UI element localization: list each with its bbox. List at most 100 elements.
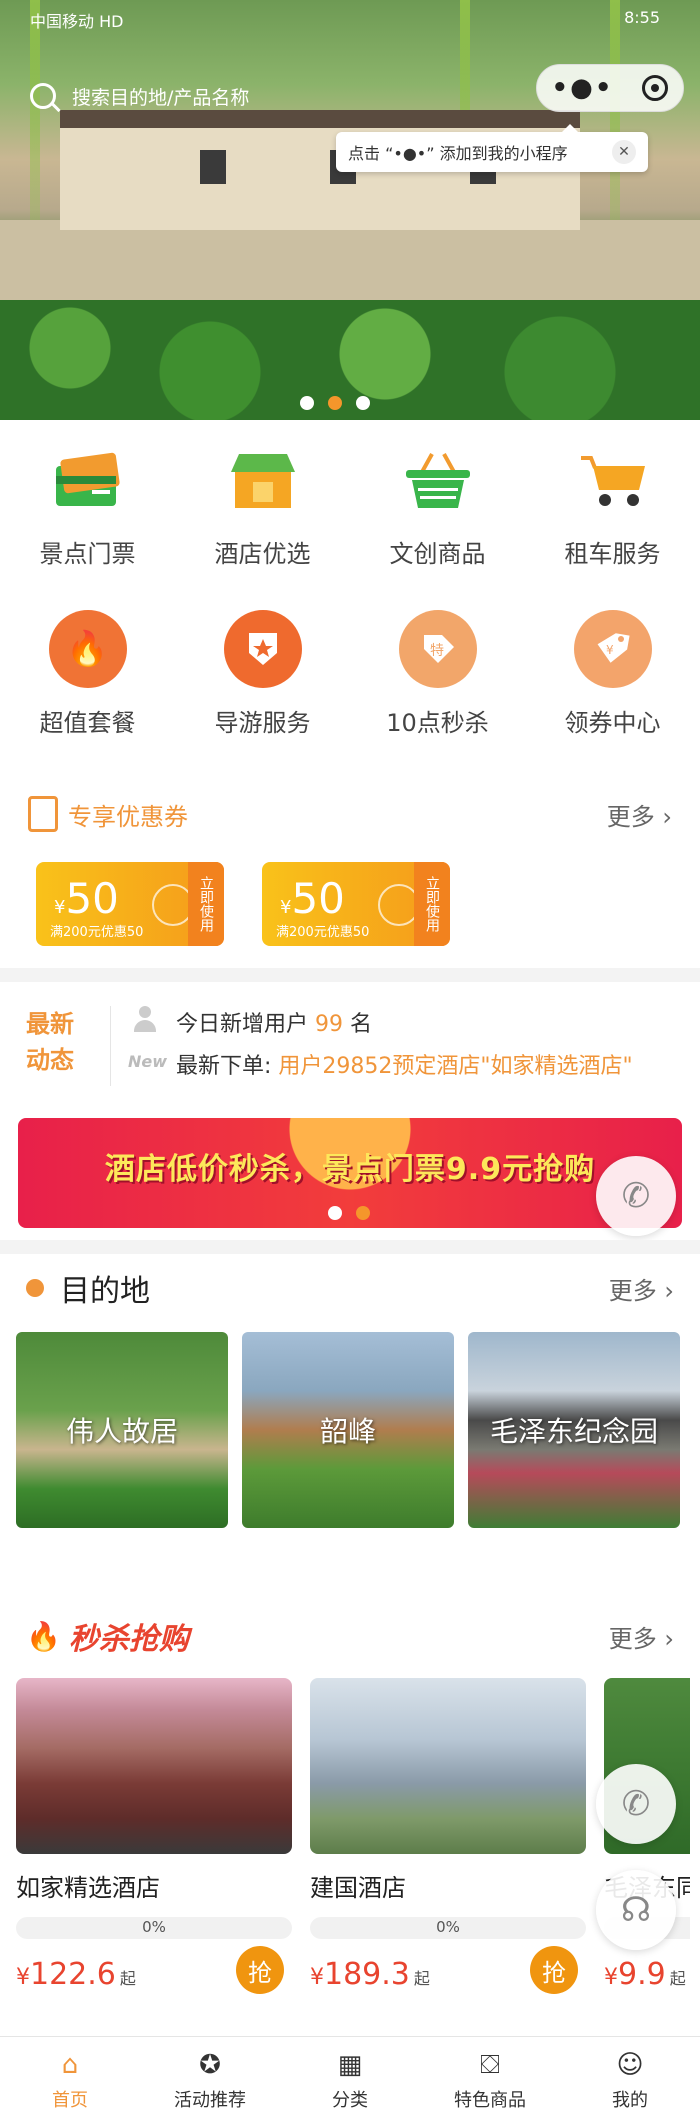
destination-section-header: 目的地 更多 › [26, 1266, 674, 1310]
search-bar[interactable]: 搜索目的地/产品名称 [30, 74, 249, 118]
phone-button[interactable]: ✆ [596, 1764, 676, 1844]
search-input[interactable]: 搜索目的地/产品名称 [72, 83, 249, 110]
more-link[interactable]: 更多 › [609, 1619, 674, 1654]
add-mini-program-tip: 点击 “•●•” 添加到我的小程序 ✕ [336, 124, 648, 172]
hotel-shop-icon [223, 440, 303, 520]
cart-icon [573, 440, 653, 520]
tab-profile[interactable]: ☺ 我的 [560, 2037, 700, 2123]
headset-icon: ☊ [620, 1890, 652, 1930]
user-icon: ☺ [616, 2050, 644, 2080]
category-flash-sale-10[interactable]: 特 10点秒杀 [350, 609, 525, 738]
destination-card[interactable]: 伟人故居 [16, 1332, 228, 1528]
coupon-amount: ¥50 [54, 874, 119, 923]
tab-categories[interactable]: ▦ 分类 [280, 2037, 420, 2123]
svg-text:¥: ¥ [606, 643, 614, 657]
hero-banner[interactable]: 中国移动 HD 8:55 搜索目的地/产品名称 •●• 点击 “•●•” 添加到… [0, 0, 700, 420]
carousel-dot[interactable] [300, 396, 314, 410]
tab-label: 分类 [332, 2090, 368, 2111]
carousel-indicator [300, 396, 370, 410]
category-label: 租车服务 [564, 540, 661, 568]
divider [110, 1006, 111, 1086]
destination-card[interactable]: 韶峰 [242, 1332, 454, 1528]
category-label: 文创商品 [389, 540, 486, 568]
more-link[interactable]: 更多 › [607, 797, 672, 832]
product-image [310, 1678, 586, 1854]
progress-bar: 0% [310, 1917, 586, 1939]
grid-icon: ▦ [337, 2050, 363, 2080]
category-car-rental[interactable]: 租车服务 [525, 440, 700, 569]
category-label: 10点秒杀 [386, 709, 489, 737]
divider [0, 968, 700, 982]
home-icon: ⌂ [61, 2050, 79, 2080]
mini-program-capsule[interactable]: •●• [536, 64, 684, 112]
news-ticker[interactable]: 最新动态 今日新增用户 99 名 New 最新下单: 用户29852预定酒店"如… [0, 988, 700, 1108]
tab-label: 我的 [612, 2090, 648, 2111]
product-card[interactable]: 如家精选酒店 0% ¥122.6 起 抢 [16, 1678, 292, 1994]
phone-icon: ✆ [621, 1784, 651, 1824]
more-link[interactable]: 更多 › [609, 1271, 674, 1306]
category-grid: 景点门票 酒店优选 文创商品 租车服务 🔥 超值套餐 导游服务 特 10点秒杀 … [0, 440, 700, 738]
category-creative-goods[interactable]: 文创商品 [350, 440, 525, 569]
banner-dot[interactable] [328, 1206, 342, 1220]
coupon-condition: 满200元优惠50 [276, 925, 370, 940]
destination-card[interactable]: 毛泽东纪念园 [468, 1332, 680, 1528]
basket-icon [398, 440, 478, 520]
promo-banner[interactable]: 酒店低价秒杀，景点门票9.9元抢购 [18, 1118, 682, 1228]
category-coupon-center[interactable]: ¥ 领券中心 [525, 609, 700, 738]
carousel-dot[interactable] [356, 396, 370, 410]
coupon-amount: ¥50 [280, 874, 345, 923]
coupon-condition: 满200元优惠50 [50, 925, 144, 940]
close-program-icon[interactable] [642, 75, 669, 101]
bottom-tab-bar: ⌂ 首页 ✪ 活动推荐 ▦ 分类 ⛋ 特色商品 ☺ 我的 [0, 2036, 700, 2123]
ticket-icon [28, 796, 58, 832]
grab-button[interactable]: 抢 [530, 1946, 578, 1994]
tab-home[interactable]: ⌂ 首页 [0, 2037, 140, 2123]
category-packages[interactable]: 🔥 超值套餐 [0, 609, 175, 738]
category-label: 领券中心 [564, 709, 661, 737]
section-dot-icon [26, 1279, 44, 1297]
close-icon[interactable]: ✕ [612, 140, 636, 164]
tab-featured-goods[interactable]: ⛋ 特色商品 [420, 2037, 560, 2123]
tab-activities[interactable]: ✪ 活动推荐 [140, 2037, 280, 2123]
category-tickets[interactable]: 景点门票 [0, 440, 175, 569]
product-card[interactable]: 建国酒店 0% ¥189.3 起 抢 [310, 1678, 586, 1994]
use-now-button[interactable]: 立即使用 [414, 862, 450, 946]
customer-service-button[interactable]: ☊ [596, 1870, 676, 1950]
phone-icon: ✆ [621, 1176, 651, 1216]
category-guide[interactable]: 导游服务 [175, 609, 350, 738]
badge-star-icon [223, 609, 303, 689]
user-icon [134, 1006, 156, 1032]
tab-label: 特色商品 [454, 2090, 526, 2111]
flame-icon: 🔥 [26, 1619, 61, 1653]
destination-name: 伟人故居 [65, 1415, 178, 1448]
coupon-section-header: 专享优惠券 更多 › [28, 796, 672, 832]
section-title: 秒杀抢购 [68, 1622, 189, 1657]
category-label: 酒店优选 [214, 540, 311, 568]
destination-name: 毛泽东纪念园 [489, 1415, 658, 1448]
category-label: 导游服务 [214, 709, 311, 737]
latest-order-line: 最新下单: 用户29852预定酒店"如家精选酒店" [176, 1054, 633, 1079]
tab-label: 活动推荐 [174, 2090, 246, 2111]
hero-ground [0, 220, 700, 310]
carousel-dot-active[interactable] [328, 396, 342, 410]
hero-window [200, 150, 226, 184]
banner-text: 酒店低价秒杀，景点门票9.9元抢购 [104, 1152, 596, 1187]
category-hotels[interactable]: 酒店优选 [175, 440, 350, 569]
use-now-button[interactable]: 立即使用 [188, 862, 224, 946]
store-icon: ⛋ [480, 2049, 500, 2080]
svg-text:特: 特 [430, 643, 444, 659]
news-brand: 最新动态 [26, 1010, 74, 1074]
category-label: 超值套餐 [39, 709, 136, 737]
banner-dot-active[interactable] [356, 1206, 370, 1220]
search-icon [30, 83, 56, 109]
more-icon[interactable]: •●• [552, 73, 614, 103]
destination-list: 伟人故居 韶峰 毛泽东纪念园 [16, 1332, 680, 1528]
special-tag-icon: 特 [398, 609, 478, 689]
phone-button[interactable]: ✆ [596, 1156, 676, 1236]
grab-button[interactable]: 抢 [236, 1946, 284, 1994]
coupon-card[interactable]: ¥50 满200元优惠50 立即使用 [262, 862, 450, 946]
coupon-card[interactable]: ¥50 满200元优惠50 立即使用 [36, 862, 224, 946]
banner-indicator [328, 1206, 370, 1220]
status-carrier: 中国移动 HD [30, 12, 124, 31]
award-icon: ✪ [199, 2050, 221, 2080]
